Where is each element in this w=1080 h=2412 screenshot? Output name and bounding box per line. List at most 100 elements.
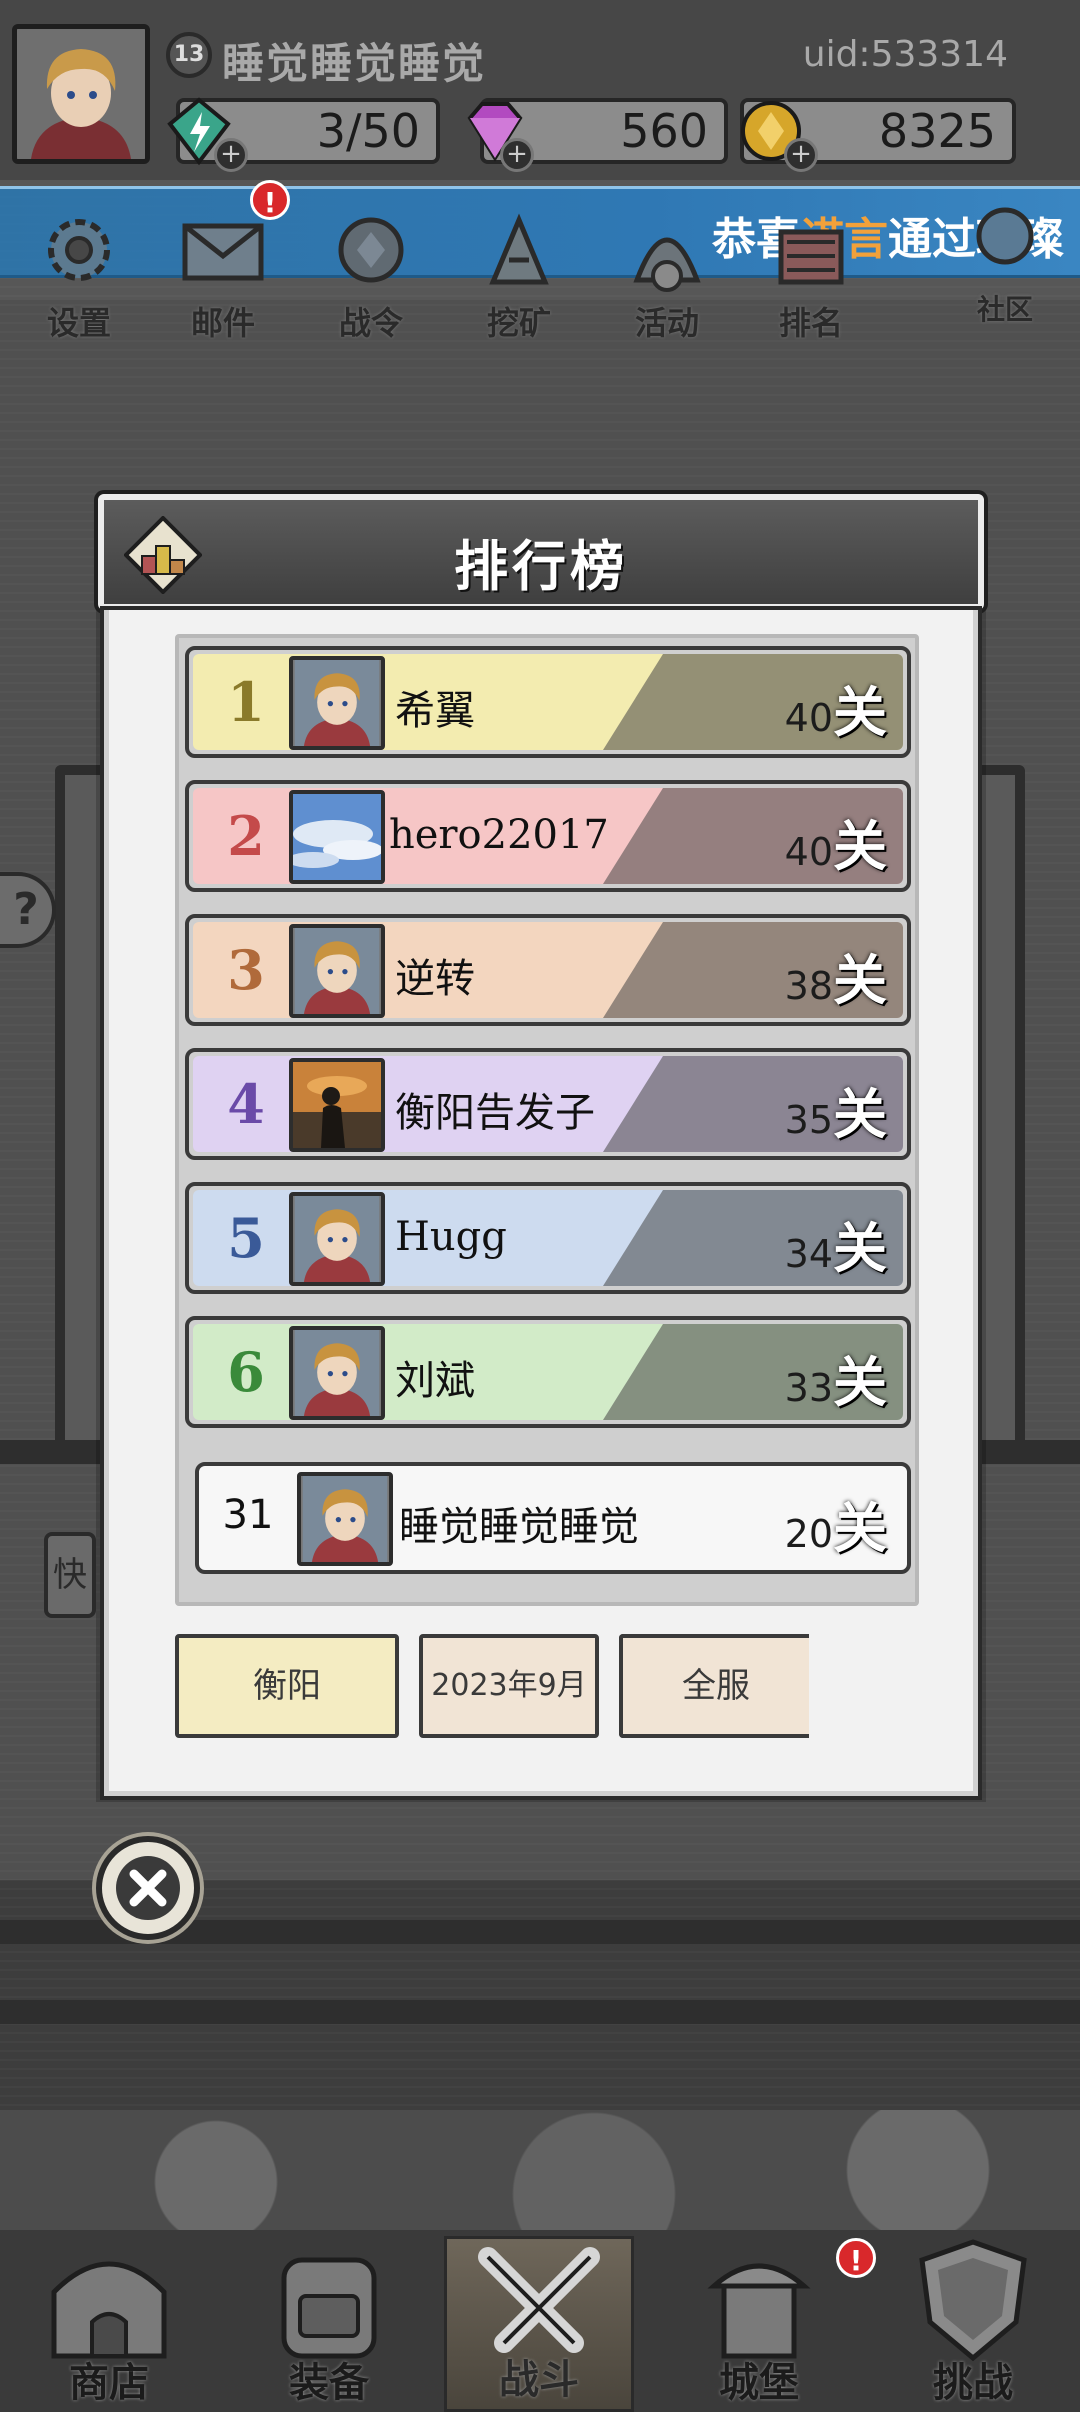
leaderboard-row[interactable]: 6 刘斌 33关 <box>185 1316 911 1428</box>
filter-tab-server[interactable]: 全服 <box>619 1634 809 1738</box>
close-icon <box>116 1856 180 1920</box>
leaderboard-modal: 排行榜 1 希翼 40关 2 hero22017 40关 3 逆转 38关 4 … <box>98 494 984 1796</box>
player-name: 衡阳告发子 <box>395 1090 595 1136</box>
menu-label: 邮件 <box>190 304 255 342</box>
leaderboard-body: 1 希翼 40关 2 hero22017 40关 3 逆转 38关 4 衡阳告发… <box>104 610 978 1796</box>
player-avatar[interactable] <box>12 24 150 164</box>
leaderboard-header: 排行榜 <box>98 494 984 610</box>
score-unit: 关 <box>833 1082 887 1146</box>
nav-equipment[interactable]: 装备 <box>234 2236 424 2412</box>
gear-icon <box>48 219 110 281</box>
rank-number: 6 <box>227 1340 265 1404</box>
menu-label: 社区 <box>976 293 1033 326</box>
player-avatar <box>289 1058 385 1152</box>
row-score: 35关 <box>785 1070 887 1149</box>
backpack-icon <box>281 2257 377 2359</box>
menu-mining[interactable]: 挖矿 <box>464 210 574 342</box>
nav-battle[interactable]: 战斗 <box>444 2236 634 2412</box>
menu-battle-pass[interactable]: 战令 <box>316 210 426 342</box>
score-unit: 关 <box>833 1216 887 1280</box>
menu-ranking[interactable]: 排名 <box>756 210 866 342</box>
row-score: 34关 <box>785 1204 887 1283</box>
top-status-bar: 13 睡觉睡觉睡觉 uid:533314 3/50 + 560 + 8325 + <box>0 0 1080 180</box>
player-avatar <box>289 924 385 1018</box>
player-name: Hugg <box>395 1214 507 1260</box>
add-stamina-button[interactable]: + <box>214 138 248 172</box>
row-score: 38关 <box>785 936 887 1015</box>
close-button[interactable] <box>96 1836 200 1940</box>
menu-label: 排名 <box>778 304 843 342</box>
shop-icon <box>51 2261 167 2359</box>
player-avatar <box>289 656 385 750</box>
nav-shop[interactable]: 商店 <box>14 2236 204 2412</box>
leaderboard-row[interactable]: 3 逆转 38关 <box>185 914 911 1026</box>
leaderboard-title: 排行榜 <box>454 534 628 598</box>
row-score: 40关 <box>785 668 887 747</box>
player-name: 希翼 <box>395 688 475 734</box>
menu-events[interactable]: 活动 <box>612 210 722 342</box>
score-unit: 关 <box>833 948 887 1012</box>
leaderboard-row[interactable]: 2 hero22017 40关 <box>185 780 911 892</box>
ranking-icon <box>778 229 844 285</box>
rank-number: 5 <box>227 1206 265 1270</box>
score-value: 35 <box>784 1098 833 1142</box>
add-coins-button[interactable]: + <box>784 138 818 172</box>
my-avatar <box>297 1472 393 1566</box>
leaderboard-row[interactable]: 1 希翼 40关 <box>185 646 911 758</box>
score-value: 38 <box>784 964 833 1008</box>
player-name: hero22017 <box>389 812 609 858</box>
my-rank-row[interactable]: 31 睡觉睡觉睡觉 20关 <box>195 1462 911 1574</box>
score-unit: 关 <box>833 814 887 878</box>
score-unit: 关 <box>833 1350 887 1414</box>
rank-number: 2 <box>227 804 265 868</box>
score-unit: 关 <box>833 1496 887 1560</box>
mail-badge: ! <box>250 180 290 220</box>
my-score: 20关 <box>785 1484 887 1563</box>
player-avatar <box>289 1326 385 1420</box>
mining-icon <box>489 213 549 285</box>
my-rank-number: 31 <box>222 1492 274 1538</box>
nav-challenge[interactable]: 挑战 <box>878 2236 1068 2412</box>
rank-number: 4 <box>227 1072 265 1136</box>
row-score: 33关 <box>785 1338 887 1417</box>
score-value: 40 <box>784 696 833 740</box>
nav-label: 装备 <box>289 2359 369 2406</box>
castle-badge: ! <box>836 2238 876 2278</box>
menu-settings[interactable]: 设置 <box>24 210 134 342</box>
menu-label: 战令 <box>338 304 403 342</box>
score-value: 34 <box>784 1232 833 1276</box>
leaderboard-list: 1 希翼 40关 2 hero22017 40关 3 逆转 38关 4 衡阳告发… <box>175 634 919 1606</box>
filter-tab-city[interactable]: 衡阳 <box>175 1634 399 1738</box>
battle-pass-icon <box>338 217 404 283</box>
castle-icon <box>707 2263 811 2359</box>
player-name: 刘斌 <box>395 1358 475 1404</box>
menu-label: 活动 <box>634 304 699 342</box>
scene-rocks <box>0 2110 1080 2230</box>
player-avatar <box>289 790 385 884</box>
leaderboard-row[interactable]: 4 衡阳告发子 35关 <box>185 1048 911 1160</box>
nav-label: 商店 <box>69 2359 149 2406</box>
menu-mail[interactable]: 邮件 <box>168 210 278 342</box>
nav-castle[interactable]: 城堡 <box>664 2236 854 2412</box>
rank-number: 1 <box>227 670 265 734</box>
leaderboard-row[interactable]: 5 Hugg 34关 <box>185 1182 911 1294</box>
player-uid: uid:533314 <box>802 34 1008 75</box>
add-gems-button[interactable]: + <box>500 138 534 172</box>
scene-plank <box>0 2000 1080 2024</box>
player-avatar <box>289 1192 385 1286</box>
score-unit: 关 <box>833 680 887 744</box>
event-icon <box>633 237 701 292</box>
rank-number: 3 <box>227 938 265 1002</box>
player-name: 逆转 <box>395 956 475 1002</box>
filter-tab-month[interactable]: 2023年9月 <box>419 1634 599 1738</box>
mail-icon <box>182 223 264 281</box>
menu-label: 挖矿 <box>486 304 551 342</box>
community-icon <box>976 207 1034 265</box>
nav-label: 战斗 <box>499 2356 579 2403</box>
my-name: 睡觉睡觉睡觉 <box>399 1504 639 1550</box>
score-value: 40 <box>784 830 833 874</box>
nav-label: 挑战 <box>933 2359 1013 2406</box>
score-value: 33 <box>784 1366 833 1410</box>
menu-community[interactable]: 社区 <box>950 200 1060 330</box>
shield-icon <box>919 2239 1027 2362</box>
